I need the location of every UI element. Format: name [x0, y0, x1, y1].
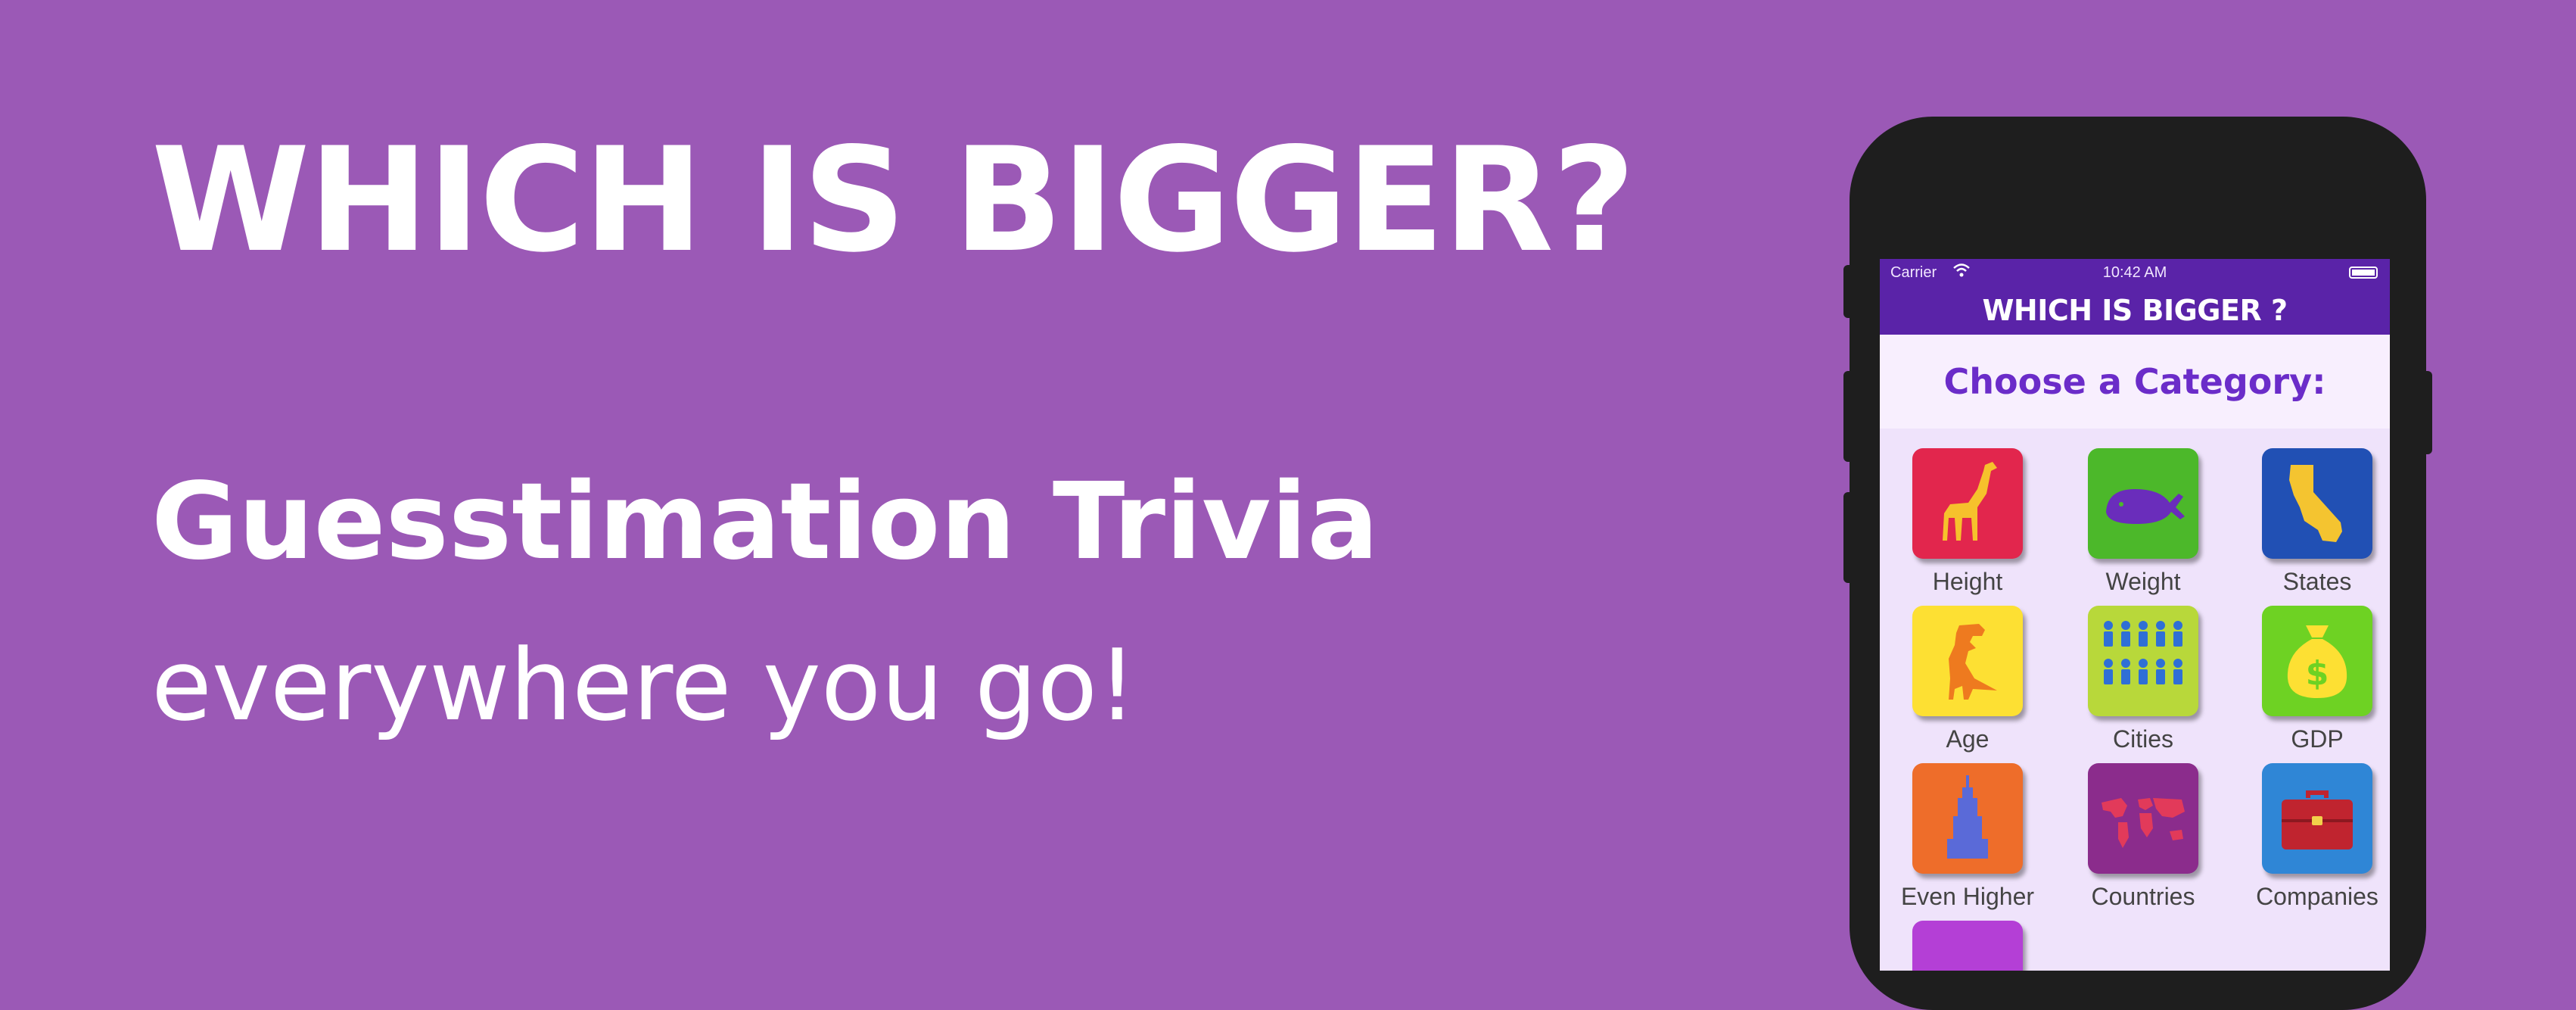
skyscraper-icon [1947, 775, 1988, 859]
whale-icon [2106, 489, 2185, 524]
category-label: Cities [2112, 725, 2173, 753]
category-label: Even Higher [1900, 883, 2035, 910]
money-bag-icon: $ [2287, 625, 2347, 698]
category-tile[interactable]: $ [2262, 606, 2372, 716]
category-label: Companies [2256, 883, 2378, 910]
category-next[interactable] [1892, 921, 2043, 971]
category-label: GDP [2291, 725, 2344, 753]
category-weight[interactable]: Weight [2067, 448, 2219, 596]
category-tile[interactable] [1912, 606, 2023, 716]
category-tile[interactable] [2088, 763, 2198, 874]
category-label: Height [1932, 568, 2003, 595]
category-height[interactable]: Height [1892, 448, 2043, 596]
category-tile[interactable] [2262, 448, 2372, 559]
category-tile[interactable] [2088, 448, 2198, 559]
category-tile[interactable] [1912, 763, 2023, 874]
category-label: Weight [2105, 568, 2181, 595]
california-icon [2289, 465, 2342, 542]
category-prompt: Choose a Category: [1880, 335, 2390, 429]
phone-volume-up-button [1843, 371, 1854, 462]
category-countries[interactable]: Countries [2067, 763, 2219, 911]
status-time: 10:42 AM [2102, 264, 2167, 281]
world-map-icon [2102, 798, 2185, 848]
category-label: Age [1946, 725, 1990, 753]
giraffe-icon [1943, 462, 1997, 541]
battery-icon [2349, 267, 2378, 279]
category-tile[interactable] [1912, 448, 2023, 559]
briefcase-icon [2282, 790, 2353, 849]
category-label: States [2282, 568, 2352, 595]
category-tile[interactable] [1912, 921, 2023, 971]
people-icon [2104, 621, 2182, 684]
category-tile[interactable] [2088, 606, 2198, 716]
category-companies[interactable]: Companies [2242, 763, 2390, 911]
category-cities[interactable]: Cities [2067, 606, 2219, 753]
phone-volume-down-button [1843, 492, 1854, 583]
phone-power-button [2422, 371, 2432, 454]
category-even-higher[interactable]: Even Higher [1892, 763, 2043, 911]
nav-title: WHICH IS BIGGER ? [1880, 286, 2390, 335]
category-grid: Height Weight States Age Cities $ GDP Ev… [1880, 429, 2390, 971]
svg-text:$: $ [2306, 654, 2329, 693]
phone-side-button [1843, 265, 1854, 318]
banner-tagline: everywhere you go! [151, 628, 1137, 743]
dinosaur-icon [1949, 624, 1997, 700]
banner-headline: WHICH IS BIGGER? [151, 117, 1635, 284]
status-bar: Carrier 10:42 AM [1880, 259, 2390, 286]
banner-subtitle: Guesstimation Trivia [151, 460, 1379, 584]
category-age[interactable]: Age [1892, 606, 2043, 753]
category-states[interactable]: States [2242, 448, 2390, 596]
category-tile[interactable] [2262, 763, 2372, 874]
category-label: Countries [2091, 883, 2195, 910]
category-gdp[interactable]: $ GDP [2242, 606, 2390, 753]
phone-screen: Carrier 10:42 AM WHICH IS BIGGER ? Choos… [1880, 259, 2390, 971]
